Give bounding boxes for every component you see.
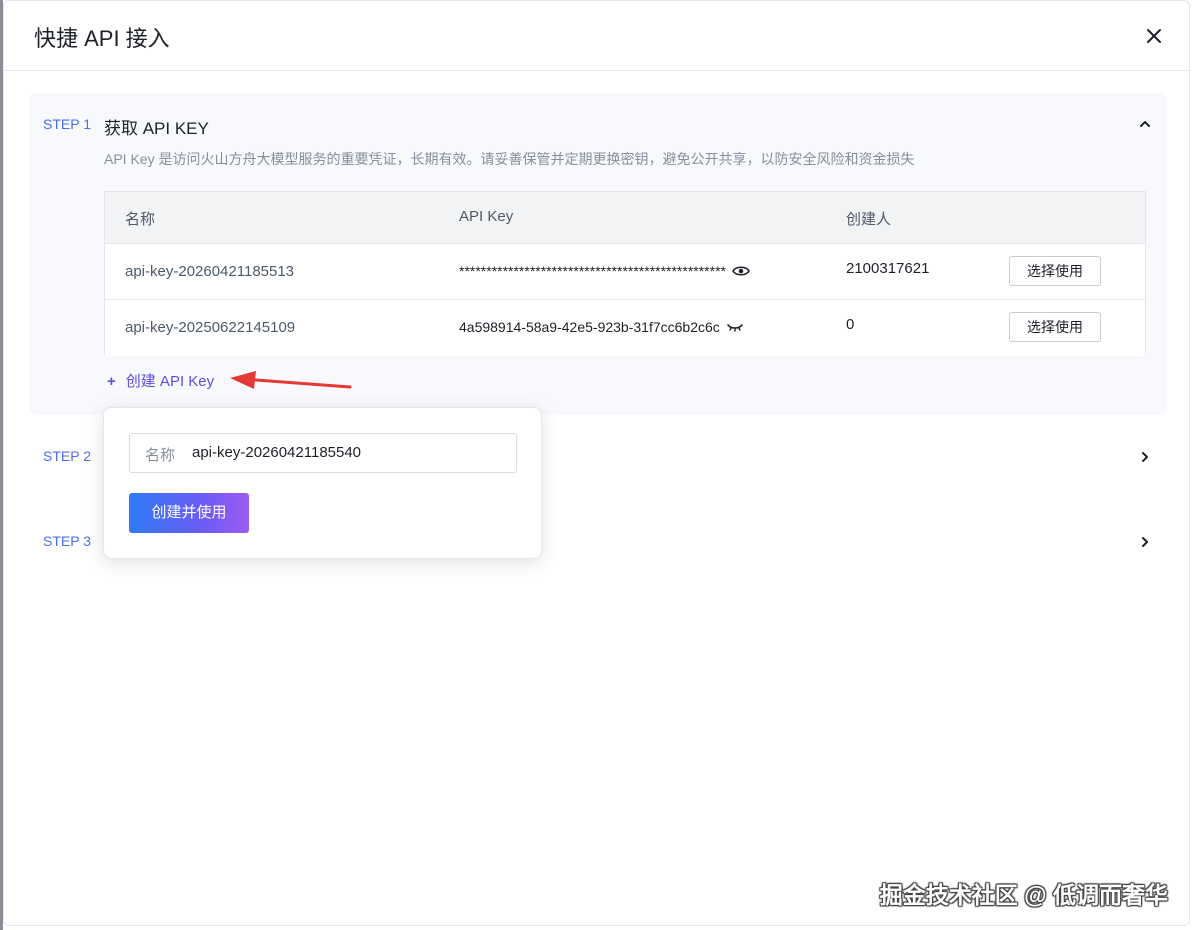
create-api-key-link[interactable]: + 创建 API Key <box>107 370 214 391</box>
create-api-key-label: 创建 API Key <box>125 373 215 390</box>
row-api-key: ****************************************… <box>459 263 750 281</box>
api-key-value: 4a598914-58a9-42e5-923b-31f7cc6b2c6c <box>459 319 720 335</box>
chevron-right-icon[interactable] <box>1138 450 1152 464</box>
table-row: api-key-20260421185513 *****************… <box>105 244 1145 300</box>
row-name: api-key-20260421185513 <box>125 263 295 280</box>
column-header-api-key: API Key <box>459 208 514 225</box>
row-name: api-key-20250622145109 <box>125 319 296 336</box>
eye-icon[interactable] <box>732 264 750 281</box>
chevron-up-icon[interactable] <box>1138 117 1152 131</box>
select-use-button[interactable]: 选择使用 <box>1009 256 1101 286</box>
key-name-value: api-key-20260421185540 <box>192 444 362 461</box>
column-header-creator: 创建人 <box>846 211 892 228</box>
watermark: 掘金技术社区 @ 低调而奢华 <box>879 882 1168 908</box>
key-name-label: 名称 <box>145 447 176 464</box>
create-key-popover: 名称 api-key-20260421185540 创建并使用 <box>103 407 542 559</box>
row-api-key: 4a598914-58a9-42e5-923b-31f7cc6b2c6c <box>459 319 744 337</box>
eye-closed-icon[interactable] <box>726 320 744 337</box>
table-header: 名称 API Key 创建人 <box>105 192 1145 244</box>
key-name-field[interactable]: 名称 api-key-20260421185540 <box>129 433 517 473</box>
step1-label: STEP 1 <box>43 116 91 132</box>
row-creator: 2100317621 <box>846 260 930 277</box>
annotation-arrow-icon <box>230 371 352 389</box>
step2-label: STEP 2 <box>43 448 91 464</box>
row-creator: 0 <box>846 316 855 333</box>
select-use-button[interactable]: 选择使用 <box>1009 312 1101 342</box>
create-and-use-button[interactable]: 创建并使用 <box>129 493 249 533</box>
step1-panel: STEP 1 获取 API KEY API Key 是访问火山方舟大模型服务的重… <box>29 93 1166 415</box>
table-row: api-key-20250622145109 4a598914-58a9-42e… <box>105 300 1145 356</box>
api-key-value: ****************************************… <box>459 263 726 279</box>
dialog-title: 快捷 API 接入 <box>34 26 170 51</box>
step3-label: STEP 3 <box>43 533 91 549</box>
column-header-name: 名称 <box>125 211 156 228</box>
chevron-right-icon[interactable] <box>1138 535 1152 549</box>
step1-title: 获取 API KEY <box>104 119 209 138</box>
plus-icon: + <box>107 373 116 390</box>
api-key-table: 名称 API Key 创建人 api-key-20260421185513 **… <box>104 191 1146 356</box>
dialog-header: 快捷 API 接入 <box>4 1 1189 71</box>
step1-description: API Key 是访问火山方舟大模型服务的重要凭证，长期有效。请妥善保管并定期更… <box>104 151 915 167</box>
close-icon[interactable] <box>1143 25 1165 47</box>
